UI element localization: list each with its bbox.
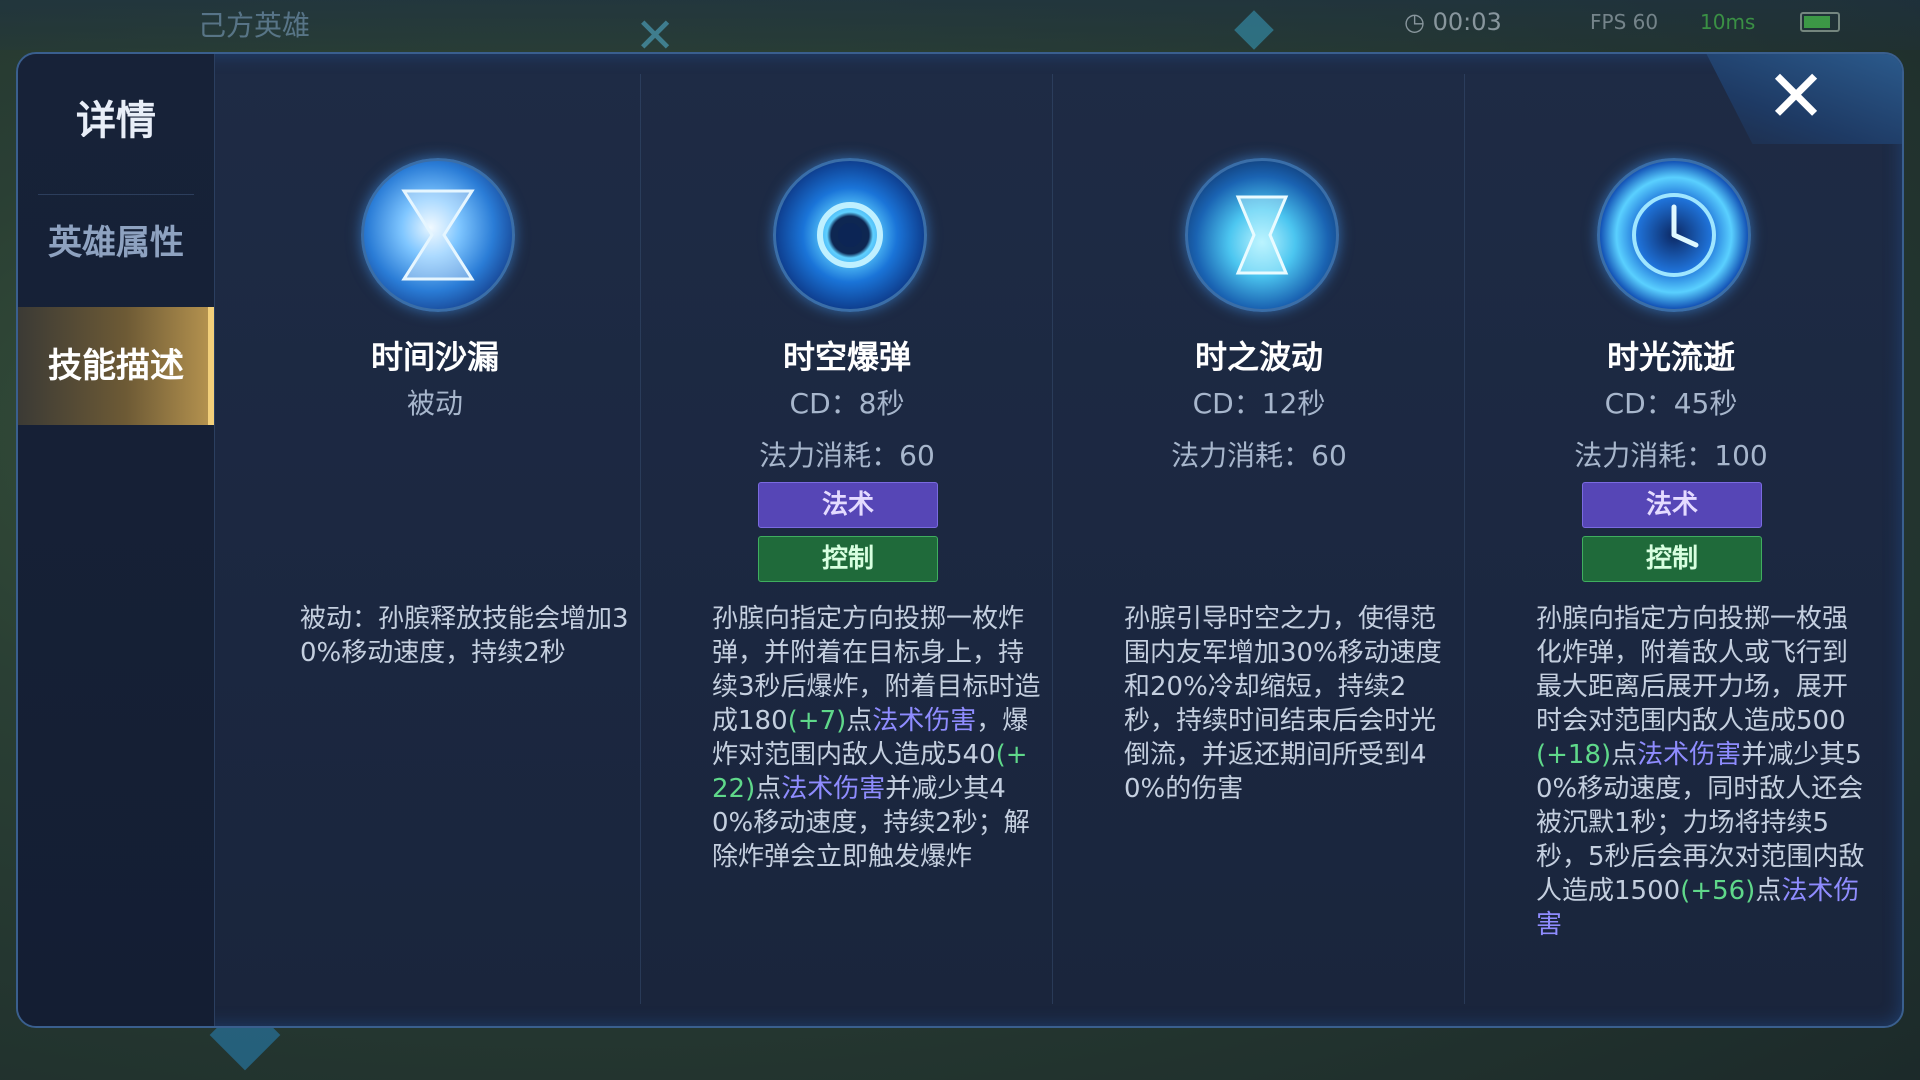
skill-type: 被动 — [406, 387, 463, 420]
skill-card-1: 时间沙漏 被动 被动：孙膑释放技能会增加30%移动速度，持续2秒 — [230, 54, 640, 1026]
hourglass-icon[interactable] — [361, 158, 515, 312]
skill-cooldown: CD：45秒 — [1604, 387, 1738, 420]
skill-card-4: 时光流逝 CD：45秒 法力消耗：100 法术 控制 孙膑向指定方向投掷一枚强化… — [1466, 54, 1876, 1026]
skill-card-2: 时空爆弹 CD：8秒 法力消耗：60 法术 控制 孙膑向指定方向投掷一枚炸弹，并… — [642, 54, 1052, 1026]
time-flow-icon[interactable] — [1597, 158, 1751, 312]
tag-control: 控制 — [1582, 536, 1762, 582]
description-text: 点 — [846, 706, 873, 736]
tag-magic: 法术 — [1582, 482, 1762, 528]
description-text: 被动：孙膑释放技能会增加30%移动速度，持续2秒 — [300, 604, 629, 668]
scaling-value: (+18) — [1536, 740, 1612, 770]
time-bomb-icon[interactable] — [773, 158, 927, 312]
sidebar: 详情 英雄属性 技能描述 — [18, 54, 215, 1026]
skill-card-3: 时之波动 CD：12秒 法力消耗：60 孙膑引导时空之力，使得范围内友军增加30… — [1054, 54, 1464, 1026]
description-text: 孙膑引导时空之力，使得范围内友军增加30%移动速度和20%冷却缩短，持续2秒，持… — [1124, 604, 1442, 804]
skill-description: 孙膑向指定方向投掷一枚炸弹，并附着在目标身上，持续3秒后爆炸，附着目标时造成18… — [712, 602, 1042, 874]
damage-type: 法术伤害 — [872, 706, 977, 736]
skill-description: 被动：孙膑释放技能会增加30%移动速度，持续2秒 — [300, 602, 630, 670]
skill-mana-cost: 法力消耗：60 — [759, 439, 935, 472]
ping-indicator: 10ms — [1700, 10, 1756, 34]
damage-type: 法术伤害 — [1637, 740, 1742, 770]
skill-details-panel: 详情 英雄属性 技能描述 ✕ 时间沙漏 被动 被动：孙膑释放技能会增加30%移动… — [16, 52, 1904, 1028]
description-text: 点 — [1755, 876, 1782, 906]
panel-title: 详情 — [76, 98, 156, 144]
battery-icon — [1800, 12, 1840, 32]
scaling-value: (+7) — [787, 706, 847, 736]
tab-hero-attributes[interactable]: 英雄属性 — [18, 184, 214, 302]
skill-name: 时之波动 — [1194, 338, 1323, 376]
team-title: 己方英雄 — [198, 9, 311, 42]
tab-skill-description[interactable]: 技能描述 — [18, 307, 214, 425]
game-timer: ◷ 00:03 — [1404, 8, 1502, 36]
skill-cooldown: CD：12秒 — [1192, 387, 1326, 420]
skill-cooldown: CD：8秒 — [789, 387, 905, 420]
column-divider — [1464, 74, 1465, 1004]
skill-description: 孙膑向指定方向投掷一枚强化炸弹，附着敌人或飞行到最大距离后展开力场，展开时会对范… — [1536, 602, 1866, 942]
column-divider — [640, 74, 641, 1004]
description-text: 点 — [755, 774, 782, 804]
time-wave-icon[interactable] — [1185, 158, 1339, 312]
skill-name: 时间沙漏 — [370, 338, 499, 376]
skill-mana-cost: 法力消耗：100 — [1574, 439, 1768, 472]
clock-icon: ◷ — [1404, 8, 1425, 36]
damage-type: 法术伤害 — [781, 774, 886, 804]
tag-magic: 法术 — [758, 482, 938, 528]
description-text: 点 — [1611, 740, 1638, 770]
scaling-value: (+56) — [1680, 876, 1756, 906]
skill-description: 孙膑引导时空之力，使得范围内友军增加30%移动速度和20%冷却缩短，持续2秒，持… — [1124, 602, 1454, 806]
fps-counter: FPS 60 — [1590, 10, 1659, 34]
skill-name: 时光流逝 — [1606, 338, 1735, 376]
skill-name: 时空爆弹 — [782, 338, 911, 376]
game-timer-value: 00:03 — [1432, 8, 1502, 36]
skill-mana-cost: 法力消耗：60 — [1171, 439, 1347, 472]
description-text: 孙膑向指定方向投掷一枚强化炸弹，附着敌人或飞行到最大距离后展开力场，展开时会对范… — [1536, 604, 1849, 736]
column-divider — [1052, 74, 1053, 1004]
tag-control: 控制 — [758, 536, 938, 582]
